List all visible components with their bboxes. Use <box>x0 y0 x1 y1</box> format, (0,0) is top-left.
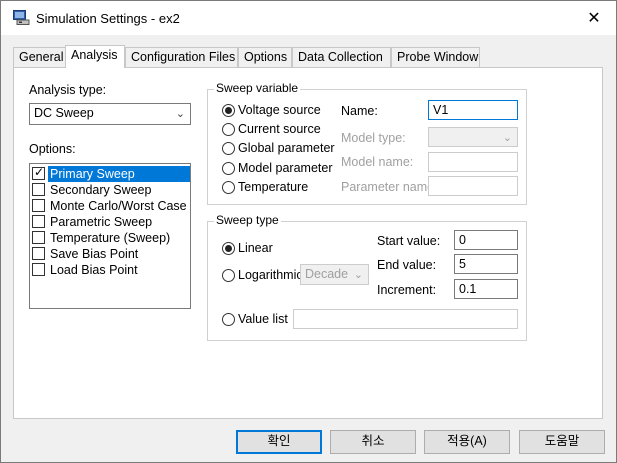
radio-model-parameter[interactable] <box>222 162 235 175</box>
logarithmic-label: Logarithmic <box>238 268 303 282</box>
list-item-label: Save Bias Point <box>50 247 139 261</box>
parameter-name-input[interactable] <box>428 176 518 196</box>
options-listbox[interactable]: ✓ Primary Sweep Secondary Sweep Monte Ca… <box>29 163 191 309</box>
increment-input[interactable]: 0.1 <box>454 279 518 299</box>
close-icon[interactable]: ✕ <box>585 10 603 28</box>
list-item-label: Load Bias Point <box>50 263 138 277</box>
tab-analysis[interactable]: Analysis <box>65 45 125 68</box>
checkbox[interactable] <box>32 215 45 228</box>
checkmark-icon: ✓ <box>34 165 45 179</box>
tab-data-collection[interactable]: Data Collection <box>292 47 391 67</box>
checkbox[interactable] <box>32 231 45 244</box>
list-item-label: Temperature (Sweep) <box>50 231 171 245</box>
list-item-primary-sweep[interactable]: ✓ Primary Sweep <box>32 165 190 182</box>
list-item-secondary-sweep[interactable]: Secondary Sweep <box>32 182 188 198</box>
title-bar: Simulation Settings - ex2 ✕ <box>1 1 616 35</box>
chevron-down-icon: ⌄ <box>502 132 512 144</box>
tab-options[interactable]: Options <box>238 47 292 67</box>
list-item-label: Secondary Sweep <box>50 183 152 197</box>
simulation-settings-dialog: Simulation Settings - ex2 ✕ General Anal… <box>0 0 617 463</box>
list-item-temperature-sweep[interactable]: Temperature (Sweep) <box>32 230 188 246</box>
name-input[interactable]: V1 <box>428 100 518 120</box>
window-title: Simulation Settings - ex2 <box>36 11 180 26</box>
start-value-input[interactable]: 0 <box>454 230 518 250</box>
parameter-name-label: Parameter name: <box>341 180 438 194</box>
chevron-down-icon: ⌄ <box>353 269 363 281</box>
linear-label: Linear <box>238 241 273 255</box>
radio-current-source[interactable] <box>222 123 235 136</box>
chevron-down-icon: ⌄ <box>175 108 185 120</box>
global-parameter-label: Global parameter <box>238 141 335 155</box>
list-item-label: Monte Carlo/Worst Case <box>50 199 187 213</box>
analysis-type-value: DC Sweep <box>34 106 94 120</box>
model-name-input[interactable] <box>428 152 518 172</box>
model-parameter-label: Model parameter <box>238 161 333 175</box>
sweep-type-group: Sweep type Linear Logarithmic Decade ⌄ S… <box>207 213 527 341</box>
checkbox[interactable] <box>32 263 45 276</box>
sweep-variable-title: Sweep variable <box>214 81 301 95</box>
start-value-label: Start value: <box>377 234 441 248</box>
list-item-label: Primary Sweep <box>48 166 190 182</box>
tab-general[interactable]: General <box>13 47 66 67</box>
voltage-source-label: Voltage source <box>238 103 321 117</box>
list-item-load-bias-point[interactable]: Load Bias Point <box>32 262 188 278</box>
radio-voltage-source[interactable] <box>222 104 235 117</box>
log-unit-value: Decade <box>305 267 349 281</box>
analysis-type-label: Analysis type: <box>29 83 107 97</box>
checkbox[interactable] <box>32 183 45 196</box>
app-icon <box>13 10 30 25</box>
radio-value-list[interactable] <box>222 313 235 326</box>
name-label: Name: <box>341 104 378 118</box>
tab-probe-window[interactable]: Probe Window <box>391 47 480 67</box>
radio-temperature[interactable] <box>222 181 235 194</box>
log-unit-select[interactable]: Decade ⌄ <box>300 264 369 285</box>
model-name-label: Model name: <box>341 155 414 169</box>
options-label: Options: <box>29 142 76 156</box>
value-list-input[interactable] <box>293 309 518 329</box>
list-item-save-bias-point[interactable]: Save Bias Point <box>32 246 188 262</box>
value-list-label: Value list <box>238 312 288 326</box>
cancel-button[interactable]: 취소 <box>330 430 416 454</box>
radio-logarithmic[interactable] <box>222 269 235 282</box>
end-value-label: End value: <box>377 258 437 272</box>
sweep-variable-group: Sweep variable Voltage source Current so… <box>207 81 527 205</box>
checkbox[interactable]: ✓ <box>32 165 45 180</box>
list-item-label: Parametric Sweep <box>50 215 153 229</box>
ok-button[interactable]: 확인 <box>236 430 322 454</box>
analysis-type-select[interactable]: DC Sweep ⌄ <box>29 103 191 125</box>
tab-configuration-files[interactable]: Configuration Files <box>125 47 238 67</box>
model-type-select[interactable]: ⌄ <box>428 127 518 147</box>
apply-button[interactable]: 적용(A) <box>424 430 510 454</box>
radio-linear[interactable] <box>222 242 235 255</box>
sweep-type-title: Sweep type <box>214 213 281 227</box>
list-item-monte-carlo[interactable]: Monte Carlo/Worst Case <box>32 198 188 214</box>
checkbox[interactable] <box>32 247 45 260</box>
temperature-label: Temperature <box>238 180 309 194</box>
list-item-parametric-sweep[interactable]: Parametric Sweep <box>32 214 188 230</box>
increment-label: Increment: <box>377 283 437 297</box>
radio-dot-icon <box>225 245 232 252</box>
checkbox[interactable] <box>32 199 45 212</box>
help-button[interactable]: 도움말 <box>519 430 605 454</box>
current-source-label: Current source <box>238 122 321 136</box>
model-type-label: Model type: <box>341 131 406 145</box>
radio-global-parameter[interactable] <box>222 142 235 155</box>
radio-dot-icon <box>225 107 232 114</box>
end-value-input[interactable]: 5 <box>454 254 518 274</box>
analysis-panel: Analysis type: DC Sweep ⌄ Options: ✓ Pri… <box>13 67 603 419</box>
